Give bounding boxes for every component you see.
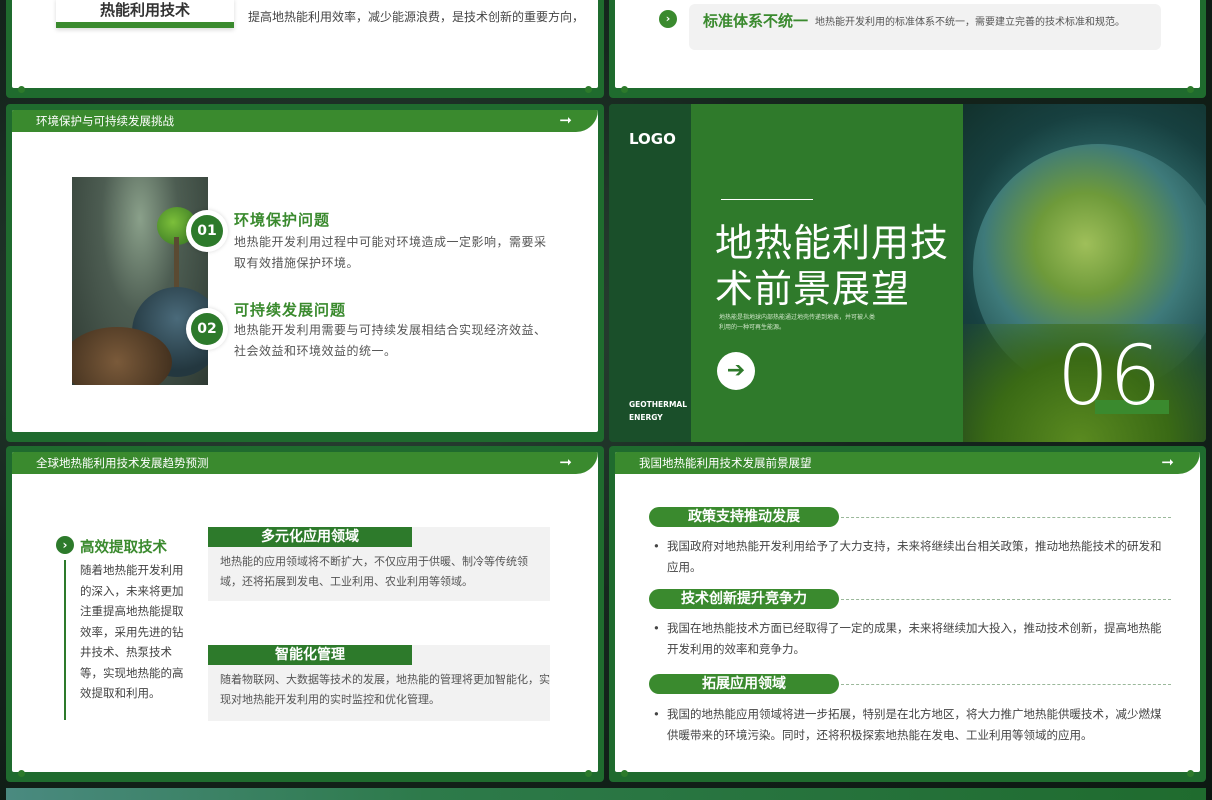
- slide-cover[interactable]: LOGO 地热能利用技 术前景展望 地热能是指地球内部热能通过地壳传递到地表，并…: [609, 104, 1206, 442]
- logo: LOGO: [629, 130, 676, 148]
- corner-dot: [1187, 770, 1194, 777]
- box-smart-text: 随着物联网、大数据等技术的发展，地热能的管理将更加智能化，实现对地热能开发利用的…: [220, 673, 550, 706]
- chevron-right-icon: ›: [56, 536, 74, 554]
- section-pill-innovation: 技术创新提升竞争力: [649, 589, 839, 609]
- eng-label-1: GEOTHERMAL: [629, 400, 687, 409]
- slide-standard-partial[interactable]: › 标准体系不统一 地热能开发利用的标准体系不统一，需要建立完善的技术标准和规范…: [609, 0, 1206, 98]
- left-text: 随着地热能开发利用的深入，未来将更加注重提高地热能提取效率，采用先进的钻井技术、…: [80, 563, 184, 700]
- arrow-right-icon: ➞: [559, 111, 572, 129]
- slide-header: 环境保护与可持续发展挑战 ➞: [12, 110, 598, 132]
- chevron-right-icon: ›: [659, 10, 677, 28]
- sustainability-text: 地热能开发利用需要与可持续发展相结合实现经济效益、社会效益和环境效益的统一。: [234, 323, 547, 358]
- slide-header: 全球地热能利用技术发展趋势预测 ➞: [12, 452, 598, 474]
- standard-title: 标准体系不统一: [703, 12, 809, 30]
- corner-dot: [621, 86, 628, 93]
- corner-dot: [18, 86, 25, 93]
- left-title: 高效提取技术: [80, 540, 167, 556]
- corner-dot: [585, 86, 592, 93]
- next-slide-strip: [6, 788, 1206, 800]
- slide-number: 06: [1057, 329, 1162, 424]
- header-title: 全球地热能利用技术发展趋势预测: [36, 456, 209, 470]
- section-pill-policy: 政策支持推动发展: [649, 507, 839, 527]
- eng-label-2: ENERGY: [629, 413, 663, 422]
- box-smart-title: 智能化管理: [208, 645, 412, 665]
- slide-china-outlook[interactable]: 我国地热能利用技术发展前景展望 ➞ 政策支持推动发展 我国政府对地热能开发利用给…: [609, 446, 1206, 782]
- box-title: 热能利用技术: [99, 1, 190, 19]
- cover-title-line2: 术前景展望: [715, 267, 911, 311]
- section-text-application: 我国的地热能应用领域将进一步拓展，特别是在北方地区，将大力推广地热能供暖技术，减…: [653, 704, 1167, 746]
- header-title: 我国地热能利用技术发展前景展望: [639, 456, 812, 470]
- box-diversified-title: 多元化应用领域: [208, 527, 412, 547]
- corner-dot: [585, 770, 592, 777]
- corner-dot: [18, 770, 25, 777]
- environment-title: 环境保护问题: [234, 211, 331, 229]
- cover-left-strip: [609, 104, 691, 442]
- corner-dot: [1187, 86, 1194, 93]
- number-badge-02: 02: [186, 308, 228, 350]
- section-text-policy: 我国政府对地热能开发利用给予了大力支持，未来将继续出台相关政策，推动地热能技术的…: [653, 536, 1167, 578]
- sustainability-title: 可持续发展问题: [234, 301, 347, 319]
- section-text-innovation: 我国在地热能技术方面已经取得了一定的成果，未来将继续加大投入，推动技术创新，提高…: [653, 618, 1167, 660]
- cover-subtitle-line2: 利用的一种可再生能源。: [719, 324, 786, 331]
- sprout-earth-image: [72, 177, 208, 385]
- corner-dot: [621, 770, 628, 777]
- standard-text: 地热能开发利用的标准体系不统一，需要建立完善的技术标准和规范。: [815, 17, 1125, 28]
- left-vertical-rule: [64, 560, 66, 720]
- slide-environment[interactable]: 环境保护与可持续发展挑战 ➞ 01 环境保护问题 地热能开发利用过程中可能对环境…: [6, 104, 604, 442]
- section-pill-application: 拓展应用领域: [649, 674, 839, 694]
- section-dash: [841, 599, 1171, 600]
- section-dash: [841, 684, 1171, 685]
- tech-text: 提高地热能利用效率，减少能源浪费，是技术创新的重要方向，: [248, 10, 585, 24]
- arrow-circle-icon[interactable]: ➔: [717, 352, 755, 390]
- box-title-card: 热能利用技术: [56, 0, 234, 28]
- slide-global-trends[interactable]: 全球地热能利用技术发展趋势预测 ➞ › 高效提取技术 随着地热能开发利用的深入，…: [6, 446, 604, 782]
- slide-header: 我国地热能利用技术发展前景展望 ➞: [615, 452, 1200, 474]
- number-badge-01: 01: [186, 210, 228, 252]
- badge-number: 02: [191, 313, 223, 345]
- environment-text: 地热能开发利用过程中可能对环境造成一定影响，需要采取有效措施保护环境。: [234, 235, 547, 270]
- box-diversified-text: 地热能的应用领域将不断扩大，不仅应用于供暖、制冷等传统领域，还将拓展到发电、工业…: [220, 555, 528, 588]
- arrow-right-icon: ➞: [559, 453, 572, 471]
- arrow-right-icon: ➞: [1161, 453, 1174, 471]
- cover-subtitle-line1: 地热能是指地球内部热能通过地壳传递到地表，并可被人类: [719, 314, 876, 321]
- title-rule: [721, 199, 813, 200]
- slide-tech-partial[interactable]: 热能利用技术 提高地热能利用效率，减少能源浪费，是技术创新的重要方向，: [6, 0, 604, 98]
- section-dash: [841, 517, 1171, 518]
- header-title: 环境保护与可持续发展挑战: [36, 114, 174, 128]
- badge-number: 01: [191, 215, 223, 247]
